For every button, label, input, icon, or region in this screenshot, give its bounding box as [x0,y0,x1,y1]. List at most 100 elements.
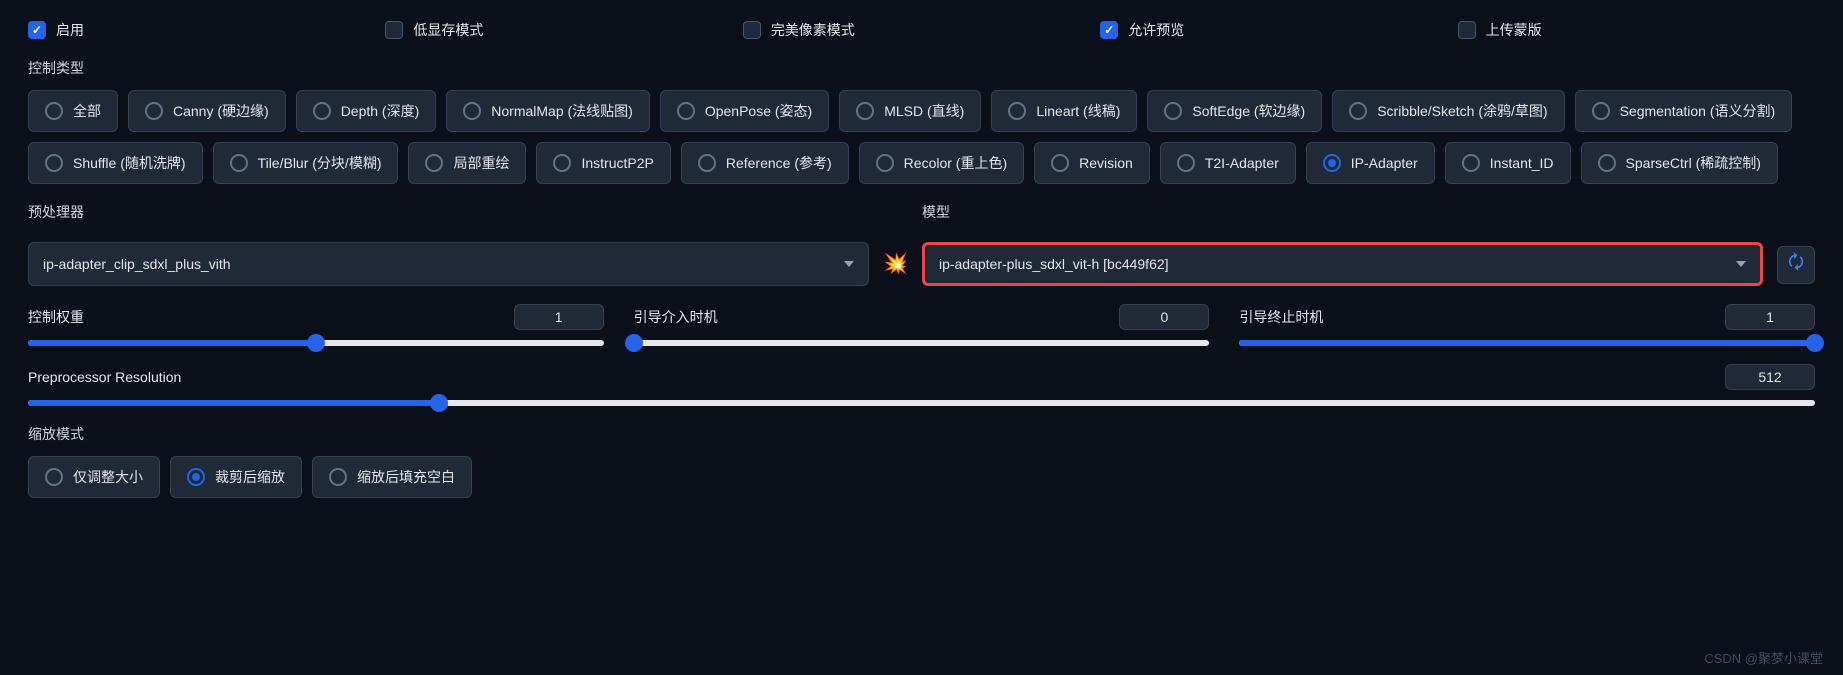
radio-icon [1177,154,1195,172]
control-type-option[interactable]: Reference (参考) [681,142,849,184]
control-type-option[interactable]: Revision [1034,142,1150,184]
radio-label: Reference (参考) [726,153,832,173]
slider-label: 引导终止时机 [1239,307,1323,327]
radio-icon [313,102,331,120]
slider-value[interactable]: 0 [1119,304,1209,330]
slider-value[interactable]: 512 [1725,364,1815,390]
control-type-group: 全部 Canny (硬边缘) Depth (深度) NormalMap (法线贴图) O… [28,90,1815,184]
radio-icon [145,102,163,120]
radio-label: T2I-Adapter [1205,155,1279,171]
checkbox-label: 允许预览 [1128,20,1184,40]
weight-slider: 控制权重 1 [28,304,604,346]
control-type-option[interactable]: InstructP2P [536,142,670,184]
radio-icon [856,102,874,120]
radio-label: InstructP2P [581,155,653,171]
slider-value[interactable]: 1 [1725,304,1815,330]
radio-label: NormalMap (法线贴图) [491,101,633,121]
pixelperfect-check[interactable]: 完美像素模式 [743,20,1100,40]
preprocessor-select[interactable]: ip-adapter_clip_sdxl_plus_vith [28,242,869,286]
checkbox-label: 上传蒙版 [1486,20,1542,40]
explode-icon[interactable]: 💥 [883,251,908,276]
radio-label: 裁剪后缩放 [215,467,285,487]
radio-icon [230,154,248,172]
control-type-option[interactable]: Instant_ID [1445,142,1571,184]
radio-icon [876,154,894,172]
checkbox-label: 低显存模式 [413,20,483,40]
resize-mode-option[interactable]: 缩放后填充空白 [312,456,472,498]
control-type-option[interactable]: Depth (深度) [296,90,437,132]
control-type-option[interactable]: NormalMap (法线贴图) [446,90,650,132]
radio-label: 仅调整大小 [73,467,143,487]
refresh-button[interactable]: 🗘 [1777,246,1815,284]
radio-icon [1598,154,1616,172]
checkbox-icon [385,21,403,39]
sliders-row: 控制权重 1 引导介入时机 0 引导终止时机 1 [28,304,1815,346]
radio-icon [698,154,716,172]
select-value: ip-adapter_clip_sdxl_plus_vith [43,256,231,272]
enable-check[interactable]: 启用 [28,20,385,40]
radio-label: Revision [1079,155,1133,171]
start-slider: 引导介入时机 0 [634,304,1210,346]
slider-track[interactable] [1239,340,1815,346]
radio-label: Instant_ID [1490,155,1554,171]
radio-label: Segmentation (语义分割) [1620,101,1776,121]
control-type-option[interactable]: MLSD (直线) [839,90,981,132]
checkbox-label: 完美像素模式 [771,20,855,40]
control-type-option[interactable]: Lineart (线稿) [991,90,1137,132]
uploadmask-check[interactable]: 上传蒙版 [1458,20,1815,40]
control-type-option[interactable]: Segmentation (语义分割) [1575,90,1793,132]
control-type-option[interactable]: Tile/Blur (分块/模糊) [213,142,399,184]
control-type-option[interactable]: Shuffle (随机洗牌) [28,142,203,184]
radio-icon [425,154,443,172]
slider-label: Preprocessor Resolution [28,369,181,385]
radio-icon [553,154,571,172]
radio-icon [1462,154,1480,172]
checkbox-icon [28,21,46,39]
slider-track[interactable] [634,340,1210,346]
preview-check[interactable]: 允许预览 [1100,20,1457,40]
radio-icon [1349,102,1367,120]
slider-label: 引导介入时机 [634,307,718,327]
refresh-icon: 🗘 [1788,250,1804,280]
control-type-option[interactable]: T2I-Adapter [1160,142,1296,184]
slider-track[interactable] [28,400,1815,406]
resize-mode-option[interactable]: 裁剪后缩放 [170,456,302,498]
radio-icon [45,468,63,486]
control-type-label: 控制类型 [28,58,1815,78]
model-label: 模型 [922,202,1763,222]
resize-mode-group: 仅调整大小 裁剪后缩放 缩放后填充空白 [28,456,1815,498]
chevron-down-icon [844,261,854,267]
slider-label: 控制权重 [28,307,84,327]
control-type-option[interactable]: 局部重绘 [408,142,526,184]
radio-icon [1008,102,1026,120]
radio-icon [463,102,481,120]
preprocessor-label: 预处理器 [28,202,869,222]
radio-label: Lineart (线稿) [1036,101,1120,121]
control-type-option[interactable]: IP-Adapter [1306,142,1435,184]
radio-icon [1164,102,1182,120]
control-type-option[interactable]: Canny (硬边缘) [128,90,286,132]
radio-label: Canny (硬边缘) [173,101,269,121]
watermark: CSDN @聚梦小课堂 [1704,648,1823,667]
checkbox-icon [1100,21,1118,39]
radio-icon [329,468,347,486]
resolution-slider: Preprocessor Resolution 512 [28,364,1815,406]
radio-icon [1323,154,1341,172]
radio-label: Shuffle (随机洗牌) [73,153,186,173]
slider-value[interactable]: 1 [514,304,604,330]
control-type-option[interactable]: SoftEdge (软边缘) [1147,90,1322,132]
model-select[interactable]: ip-adapter-plus_sdxl_vit-h [bc449f62] [922,242,1763,286]
resize-mode-option[interactable]: 仅调整大小 [28,456,160,498]
lowvram-check[interactable]: 低显存模式 [385,20,742,40]
radio-icon [45,154,63,172]
control-type-option[interactable]: OpenPose (姿态) [660,90,829,132]
end-slider: 引导终止时机 1 [1239,304,1815,346]
control-type-option[interactable]: Recolor (重上色) [859,142,1024,184]
radio-icon [1592,102,1610,120]
checkbox-icon [743,21,761,39]
control-type-option[interactable]: SparseCtrl (稀疏控制) [1581,142,1778,184]
slider-track[interactable] [28,340,604,346]
chevron-down-icon [1736,261,1746,267]
control-type-option[interactable]: Scribble/Sketch (涂鸦/草图) [1332,90,1564,132]
control-type-option[interactable]: 全部 [28,90,118,132]
